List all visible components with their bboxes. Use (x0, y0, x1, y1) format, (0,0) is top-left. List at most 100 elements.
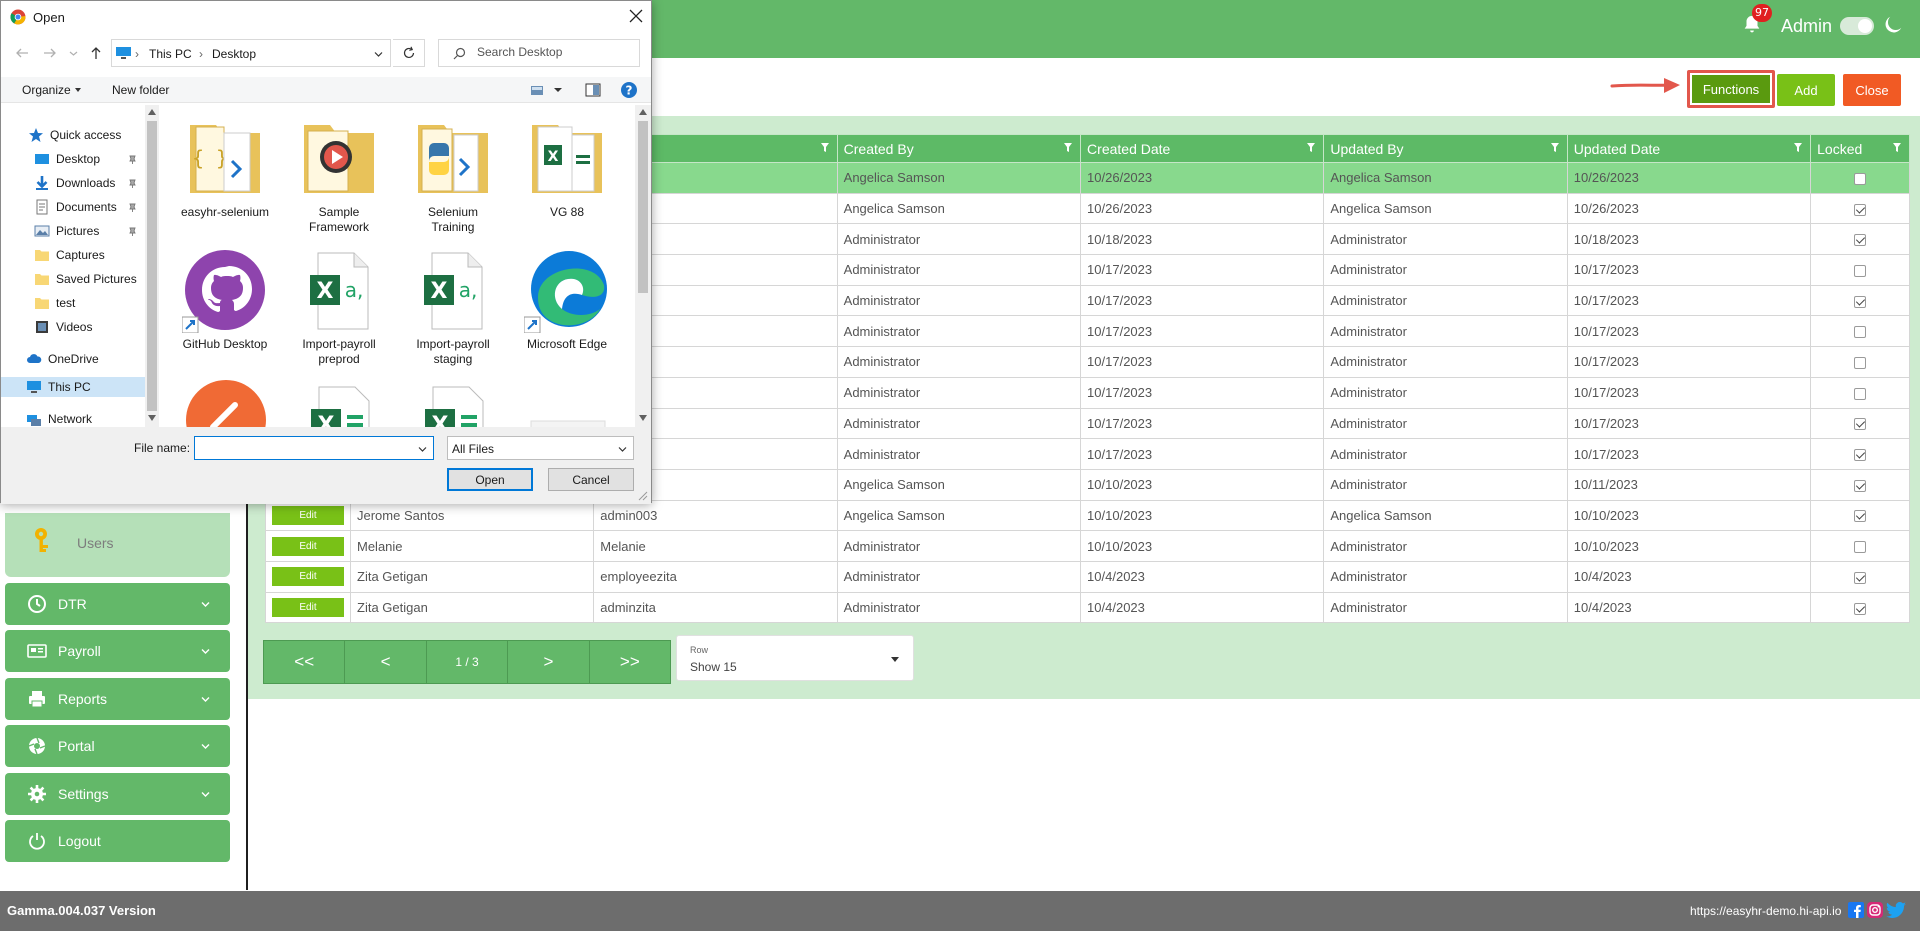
locked-checkbox[interactable] (1854, 326, 1867, 339)
view-options-icon[interactable] (529, 81, 547, 99)
chevron-down-icon[interactable] (374, 50, 383, 59)
locked-checkbox[interactable] (1854, 510, 1867, 523)
locked-checkbox[interactable] (1854, 602, 1867, 615)
edit-button[interactable]: Edit (272, 597, 344, 617)
excel-file-icon[interactable]: X (411, 381, 497, 427)
scroll-down-icon[interactable] (148, 415, 156, 421)
rows-per-page-select[interactable]: Row Show 15 (676, 635, 914, 681)
add-button[interactable]: Add (1777, 74, 1835, 106)
help-icon[interactable]: ? (620, 81, 638, 99)
nav-item-desktop[interactable]: Desktop (34, 149, 136, 169)
nav-item-saved-pictures[interactable]: Saved Pictures (34, 269, 137, 289)
app-shortcut-icon[interactable] (183, 377, 269, 427)
locked-checkbox[interactable] (1854, 357, 1867, 370)
locked-checkbox[interactable] (1854, 571, 1867, 584)
address-bar[interactable]: › This PC › Desktop (111, 39, 391, 67)
table-row[interactable]: Edit Jerome Santos admin003 Angelica Samson… (265, 499, 1910, 532)
file-item-easyhr-selenium[interactable]: { } easyhr-selenium (171, 115, 279, 220)
last-page-button[interactable]: >> (590, 641, 670, 683)
user-name[interactable]: Admin (1781, 16, 1832, 37)
breadcrumb-desktop[interactable]: Desktop (212, 47, 256, 61)
locked-checkbox[interactable] (1854, 172, 1867, 185)
column-header[interactable]: Updated Date (1566, 134, 1812, 163)
filter-icon[interactable] (1307, 143, 1316, 152)
edit-button[interactable]: Edit (272, 505, 344, 525)
back-arrow-icon[interactable] (15, 46, 29, 60)
locked-checkbox[interactable] (1854, 295, 1867, 308)
column-header[interactable]: Updated By (1323, 134, 1568, 163)
refresh-button[interactable] (393, 39, 425, 67)
search-box[interactable] (438, 39, 640, 67)
locked-checkbox[interactable] (1854, 264, 1867, 277)
file-item-sample-framework[interactable]: Sample Framework (285, 115, 393, 235)
nav-item-network[interactable]: Network (26, 409, 92, 427)
nav-item-captures[interactable]: Captures (34, 245, 105, 265)
new-folder-button[interactable]: New folder (112, 83, 169, 97)
nav-pane-scrollbar[interactable] (145, 105, 159, 427)
filter-icon[interactable] (1550, 143, 1559, 152)
filter-icon[interactable] (1794, 143, 1803, 152)
preview-pane-icon[interactable] (584, 81, 602, 99)
sidebar-item-logout[interactable]: Logout (5, 820, 230, 862)
table-row[interactable]: Edit Zita Getigan adminzita Administrator 10… (265, 591, 1910, 624)
scrollbar-thumb[interactable] (638, 121, 648, 293)
up-arrow-icon[interactable] (89, 46, 103, 60)
locked-checkbox[interactable] (1854, 203, 1867, 216)
sidebar-item-payroll[interactable]: Payroll (5, 630, 230, 672)
file-name-combobox[interactable] (194, 436, 434, 460)
cancel-button[interactable]: Cancel (548, 468, 634, 491)
filter-icon[interactable] (1893, 143, 1901, 152)
sidebar-item-reports[interactable]: Reports (5, 678, 230, 720)
sidebar-item-portal[interactable]: Portal (5, 725, 230, 767)
chevron-down-icon[interactable] (553, 81, 563, 99)
scroll-up-icon[interactable] (639, 109, 647, 115)
locked-checkbox[interactable] (1854, 387, 1867, 400)
organize-menu[interactable]: Organize (22, 83, 71, 97)
file-item-selenium-training[interactable]: Selenium Training (399, 115, 507, 235)
facebook-icon[interactable] (1848, 902, 1864, 918)
locked-checkbox[interactable] (1854, 418, 1867, 431)
nav-item-onedrive[interactable]: OneDrive (26, 349, 99, 369)
file-name-input[interactable] (198, 440, 408, 456)
column-header[interactable]: Locked (1810, 134, 1910, 163)
next-page-button[interactable]: > (508, 641, 590, 683)
file-item-import-payroll-preprod[interactable]: Xa, Import-payroll preprod (285, 247, 393, 367)
breadcrumb-this-pc[interactable]: This PC (149, 47, 192, 61)
table-row[interactable]: Edit Zita Getigan employeezita Administrato… (265, 560, 1910, 593)
functions-button[interactable]: Functions (1692, 75, 1770, 103)
filter-icon[interactable] (1064, 143, 1073, 152)
filter-icon[interactable] (820, 143, 829, 152)
close-button[interactable]: Close (1843, 74, 1901, 106)
file-item-vg-88[interactable]: X VG 88 (513, 115, 621, 220)
file-item-github-desktop[interactable]: GitHub Desktop (171, 247, 279, 352)
prev-page-button[interactable]: < (345, 641, 427, 683)
file-thumbnail-icon[interactable] (525, 405, 611, 427)
dialog-titlebar[interactable]: Open (1, 1, 651, 33)
file-pane-scrollbar[interactable] (635, 105, 651, 427)
column-header[interactable]: Created By (836, 134, 1082, 163)
footer-url[interactable]: https://easyhr-demo.hi-api.io (1690, 904, 1841, 918)
instagram-icon[interactable] (1867, 902, 1883, 918)
recent-chevron-icon[interactable] (69, 46, 78, 60)
column-header[interactable]: Created Date (1080, 134, 1325, 163)
locked-checkbox[interactable] (1854, 449, 1867, 462)
locked-checkbox[interactable] (1854, 234, 1867, 247)
first-page-button[interactable]: << (264, 641, 346, 683)
search-input[interactable] (477, 45, 627, 59)
edit-button[interactable]: Edit (272, 567, 344, 587)
nav-item-documents[interactable]: Documents (34, 197, 136, 217)
open-button[interactable]: Open (447, 468, 533, 491)
scroll-down-icon[interactable] (639, 415, 647, 421)
nav-item-downloads[interactable]: Downloads (34, 173, 136, 193)
theme-toggle[interactable] (1840, 17, 1874, 35)
excel-file-icon[interactable]: X (297, 381, 383, 427)
sidebar-item-users[interactable]: Users (5, 513, 230, 577)
file-item-import-payroll-staging[interactable]: Xa, Import-payroll staging (399, 247, 507, 367)
resize-grip-icon[interactable] (638, 491, 648, 501)
nav-item-test[interactable]: test (34, 293, 75, 313)
edit-button[interactable]: Edit (272, 536, 344, 556)
scrollbar-thumb[interactable] (147, 121, 157, 411)
sidebar-item-settings[interactable]: Settings (5, 773, 230, 815)
nav-item-pictures[interactable]: Pictures (34, 221, 136, 241)
nav-item-videos[interactable]: Videos (34, 317, 92, 337)
